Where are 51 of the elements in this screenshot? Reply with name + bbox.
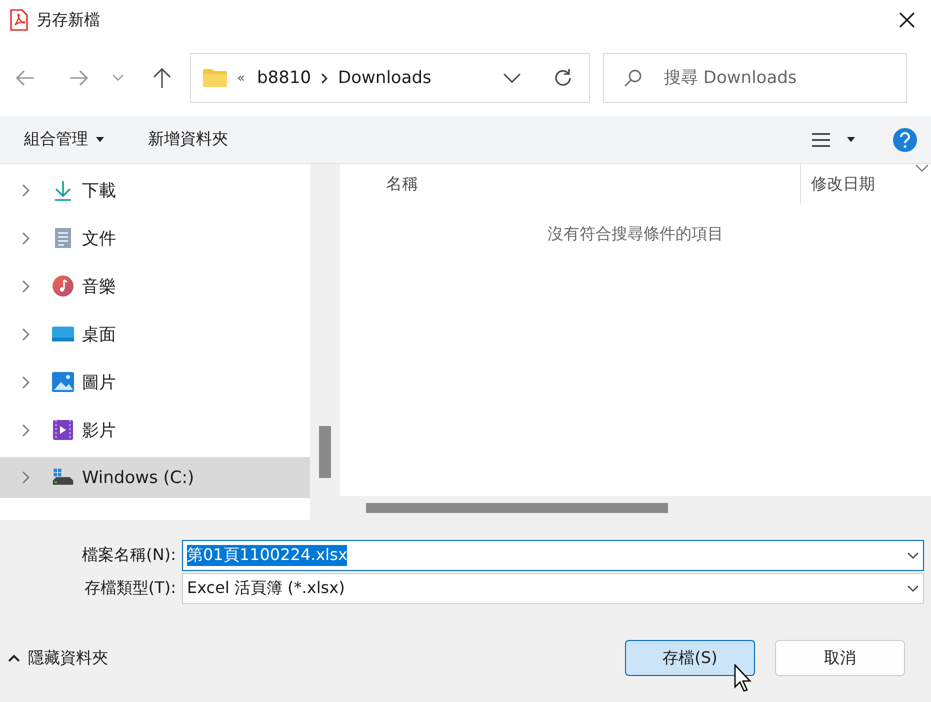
pdf-app-icon [10, 9, 28, 31]
breadcrumb-item[interactable]: b8810 [256, 68, 312, 88]
document-icon [52, 227, 74, 249]
list-view-icon [811, 132, 831, 148]
back-arrow-icon[interactable] [14, 69, 36, 87]
download-icon [52, 179, 74, 201]
address-bar[interactable]: « b8810 Downloads [190, 53, 590, 103]
view-menu-button[interactable] [811, 132, 855, 148]
chevron-down-icon [907, 584, 919, 592]
file-type-dropdown[interactable]: Excel 活頁簿 (*.xlsx) [182, 573, 924, 604]
up-arrow-icon[interactable] [152, 67, 172, 89]
vertical-scrollbar[interactable] [310, 164, 340, 520]
search-field[interactable]: 搜尋 Downloads [603, 53, 907, 103]
chevron-up-icon [8, 654, 20, 662]
save-button[interactable]: 存檔(S) [625, 640, 755, 676]
sidebar-item[interactable]: 圖片 [0, 358, 310, 406]
sidebar-item[interactable]: 桌面 [0, 310, 310, 358]
dropdown-arrow-icon [96, 137, 104, 142]
sidebar-item[interactable]: Windows (C:) [0, 457, 310, 498]
breadcrumb-item[interactable]: Downloads [338, 68, 432, 88]
column-header[interactable]: 名稱 [340, 164, 800, 204]
chevron-down-icon [915, 164, 929, 172]
search-icon [624, 69, 642, 87]
organize-menu-button[interactable]: 組合管理 [24, 129, 104, 150]
folder-icon [203, 69, 227, 87]
mouse-pointer-icon [734, 664, 754, 692]
window-title: 另存新檔 [36, 10, 100, 30]
videos-icon [52, 419, 74, 441]
empty-message: 沒有符合搜尋條件的項目 [546, 224, 724, 245]
refresh-icon[interactable] [553, 68, 573, 88]
sidebar-item[interactable]: 文件 [0, 214, 310, 262]
close-button[interactable] [897, 10, 917, 30]
chevron-down-icon [907, 552, 919, 560]
dropdown-arrow-icon [847, 137, 855, 142]
new-folder-button[interactable]: 新增資料夾 [148, 129, 228, 150]
forward-arrow-icon[interactable] [68, 69, 90, 87]
sidebar-item[interactable]: 影片 [0, 406, 310, 454]
music-icon [52, 275, 74, 297]
hide-folders-button[interactable]: 隱藏資料夾 [8, 648, 108, 668]
field-label: 檔案名稱(N): [81, 545, 177, 566]
sidebar-item[interactable]: 下載 [0, 166, 310, 214]
filename-field[interactable]: 第01頁1100224.xlsx [182, 540, 924, 571]
column-header[interactable]: 修改日期 [800, 164, 931, 204]
chevron-right-icon[interactable] [321, 72, 328, 84]
help-icon[interactable] [893, 128, 917, 152]
pictures-icon [52, 371, 74, 393]
sidebar-item[interactable]: 音樂 [0, 262, 310, 310]
chevron-down-icon[interactable] [503, 73, 521, 83]
overflow-chevron[interactable]: « [237, 70, 245, 86]
cancel-button[interactable]: 取消 [775, 640, 905, 676]
field-label: 存檔類型(T): [83, 578, 177, 599]
